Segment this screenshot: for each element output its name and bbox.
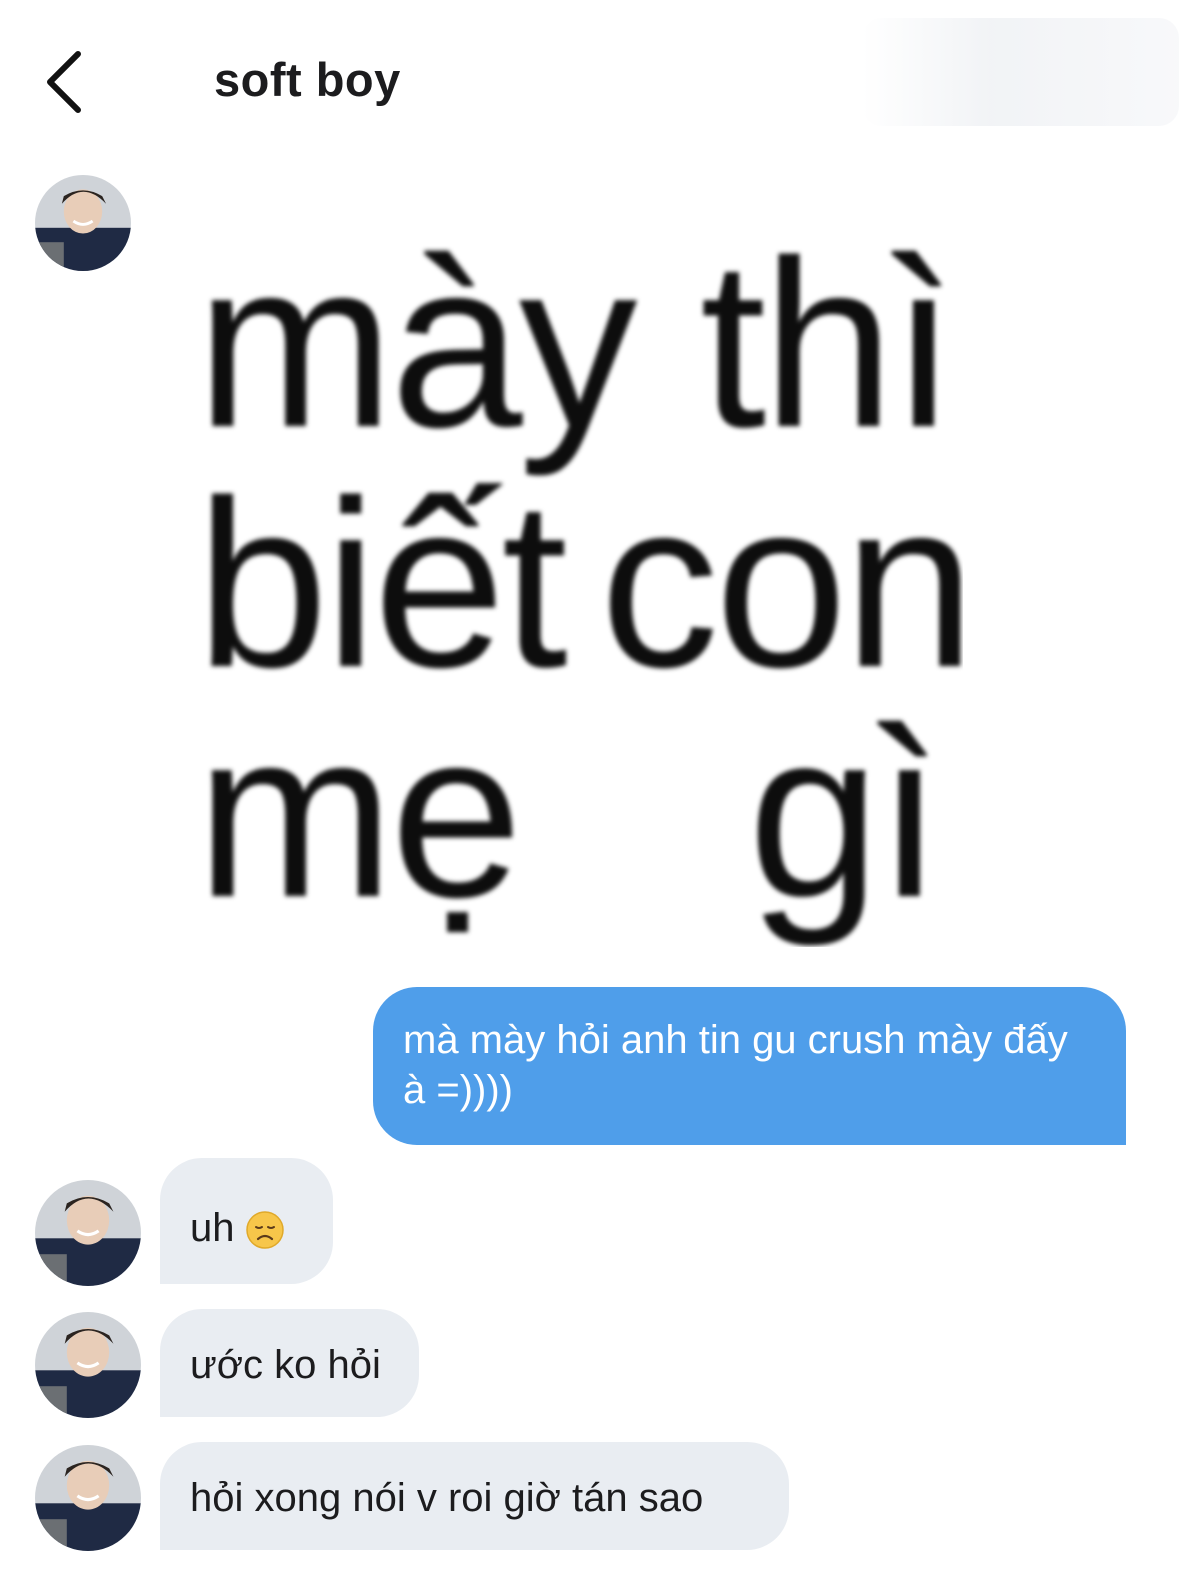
header-blurred-area (862, 18, 1179, 126)
disappointed-face-icon (245, 1211, 284, 1250)
outgoing-message-bubble[interactable]: mà mày hỏi anh tin gu crush mày đấy à =)… (373, 987, 1126, 1145)
meme-line: mẹ gì (188, 696, 963, 936)
meme-line: biết con (188, 466, 963, 706)
meme-word: mày (196, 212, 638, 477)
meme-word: biết (196, 452, 568, 717)
back-button[interactable] (40, 48, 100, 116)
avatar-photo (35, 1180, 141, 1286)
conversation-title[interactable]: soft boy (214, 52, 401, 107)
chat-header: soft boy (0, 0, 1179, 150)
message-text: mà mày hỏi anh tin gu crush mày đấy à =)… (403, 1018, 1068, 1112)
contact-avatar[interactable] (35, 1180, 141, 1286)
message-text: hỏi xong nói v roi giờ tán sao (190, 1476, 704, 1520)
message-text: uh (190, 1206, 235, 1250)
message-text: ước ko hỏi (190, 1343, 381, 1387)
avatar-photo (35, 1312, 141, 1418)
meme-word: mẹ (196, 682, 523, 947)
meme-word: con (600, 452, 963, 717)
chevron-left-icon (47, 51, 81, 113)
contact-avatar[interactable] (35, 1312, 141, 1418)
incoming-message-bubble[interactable]: hỏi xong nói v roi giờ tán sao (160, 1442, 789, 1550)
meme-line: mày thì (188, 226, 963, 466)
contact-avatar[interactable] (35, 1445, 141, 1551)
incoming-message-bubble[interactable]: uh (160, 1158, 333, 1284)
meme-word: gì (748, 682, 942, 947)
avatar-photo (35, 175, 131, 271)
contact-avatar[interactable] (35, 175, 131, 271)
incoming-message-bubble[interactable]: ước ko hỏi (160, 1309, 419, 1417)
meme-word: thì (700, 212, 957, 477)
avatar-photo (35, 1445, 141, 1551)
meme-sticker-image[interactable]: mày thì biết con mẹ gì (188, 212, 963, 947)
